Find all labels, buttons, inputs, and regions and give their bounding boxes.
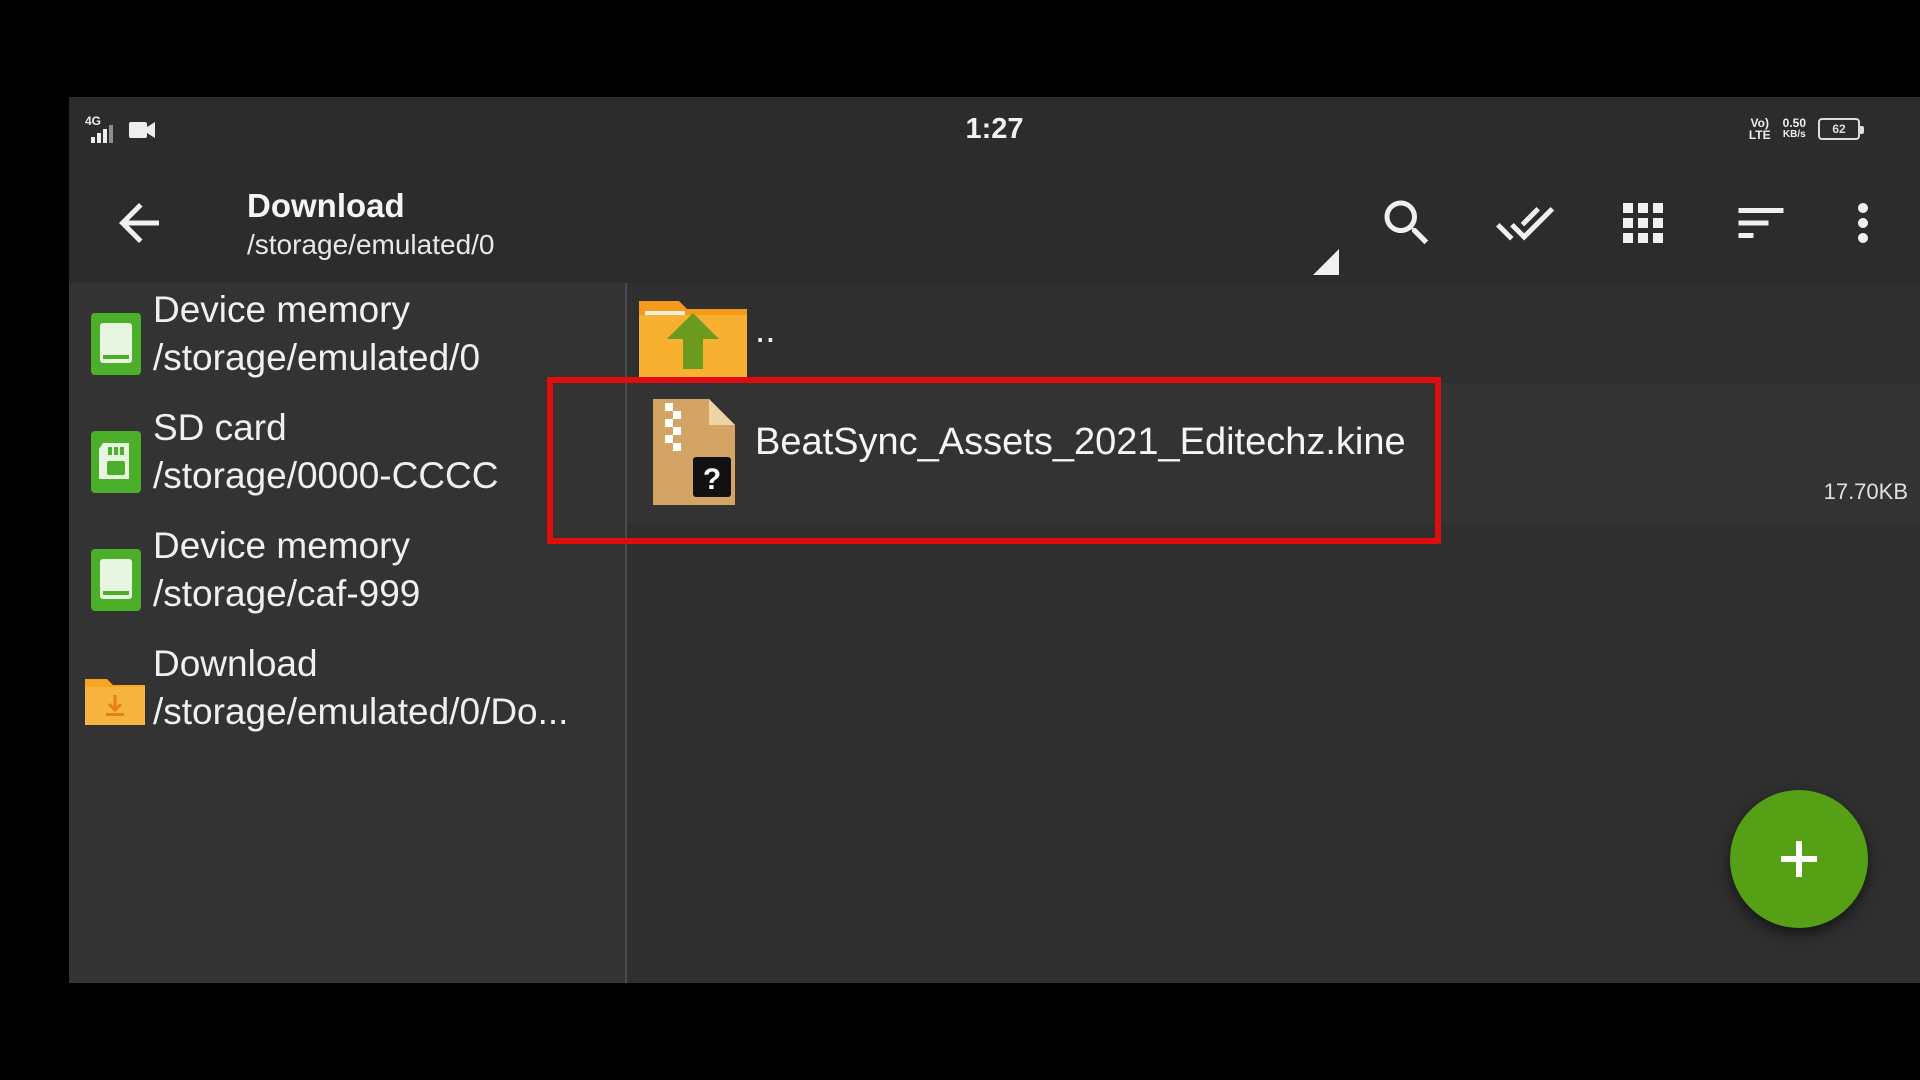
- speed-value: 0.50: [1782, 116, 1806, 130]
- more-vert-icon: [1858, 203, 1868, 243]
- status-bar: 4G 1:27 Vo) LTE 0.50 KB/s 62: [69, 97, 1920, 165]
- sidebar-item-name: Device memory: [153, 525, 410, 566]
- status-right: Vo) LTE 0.50 KB/s 62: [1749, 117, 1864, 141]
- sort-button[interactable]: [1731, 193, 1791, 253]
- more-options-button[interactable]: [1833, 193, 1893, 253]
- sidebar-item-sd-card[interactable]: SD card /storage/0000-CCCC: [69, 401, 625, 517]
- back-button[interactable]: [109, 193, 169, 253]
- battery-icon: 62: [1818, 118, 1864, 140]
- download-folder-icon: [85, 679, 145, 725]
- grid-view-button[interactable]: [1613, 193, 1673, 253]
- add-fab-button[interactable]: [1730, 790, 1868, 928]
- parent-directory-label: ..: [755, 309, 776, 350]
- sidebar-item-name: Device memory: [153, 289, 410, 330]
- phone-storage-icon: [91, 549, 141, 611]
- plus-icon: [1781, 841, 1817, 877]
- sd-card-icon: [91, 431, 141, 493]
- sidebar-item-path: /storage/emulated/0/Do...: [153, 691, 569, 732]
- parent-folder-up-icon: [639, 301, 747, 383]
- file-row[interactable]: ? BeatSync_Assets_2021_Editechz.kine 17.…: [627, 383, 1920, 524]
- sidebar-item-path: /storage/0000-CCCC: [153, 455, 499, 496]
- grid-view-icon: [1623, 203, 1663, 243]
- sidebar-item-path: /storage/caf-999: [153, 573, 421, 614]
- sidebar-item-name: SD card: [153, 407, 287, 448]
- corner-indicator: [1313, 249, 1339, 275]
- speed-unit: KB/s: [1782, 129, 1806, 140]
- unknown-archive-icon: ?: [653, 399, 735, 505]
- battery-level: 62: [1832, 122, 1846, 136]
- page-title: Download: [247, 187, 405, 224]
- phone-screen: 4G 1:27 Vo) LTE 0.50 KB/s 62 Download /s…: [69, 97, 1920, 983]
- file-list: .. ? BeatSync_Assets_2021_Editechz.kine …: [627, 283, 1920, 983]
- search-icon: [1384, 200, 1429, 245]
- volte-icon: Vo) LTE: [1749, 117, 1771, 141]
- sidebar-item-name: Download: [153, 643, 318, 684]
- file-name: BeatSync_Assets_2021_Editechz.kine: [755, 421, 1406, 463]
- file-size: 17.70KB: [1823, 479, 1908, 504]
- double-check-icon: [1496, 206, 1555, 241]
- sidebar-item-path: /storage/emulated/0: [153, 337, 481, 378]
- search-button[interactable]: [1377, 193, 1437, 253]
- clock: 1:27: [965, 113, 1024, 145]
- network-speed: 0.50 KB/s: [1783, 117, 1806, 141]
- volte-bottom: LTE: [1748, 128, 1771, 142]
- page-subtitle-path: /storage/emulated/0: [247, 229, 495, 260]
- sidebar-item-download[interactable]: Download /storage/emulated/0/Do...: [69, 637, 625, 753]
- sidebar-item-device-memory-2[interactable]: Device memory /storage/caf-999: [69, 519, 625, 635]
- phone-storage-icon: [91, 313, 141, 375]
- parent-directory-row[interactable]: ..: [627, 283, 1920, 383]
- select-all-button[interactable]: [1495, 193, 1555, 253]
- sort-icon: [1738, 208, 1784, 238]
- sidebar-item-device-memory[interactable]: Device memory /storage/emulated/0: [69, 283, 625, 399]
- storage-sidebar: Device memory /storage/emulated/0 SD car…: [69, 283, 625, 983]
- app-toolbar: Download /storage/emulated/0: [69, 165, 1920, 283]
- svg-text:?: ?: [703, 463, 721, 496]
- back-arrow-icon: [119, 203, 159, 243]
